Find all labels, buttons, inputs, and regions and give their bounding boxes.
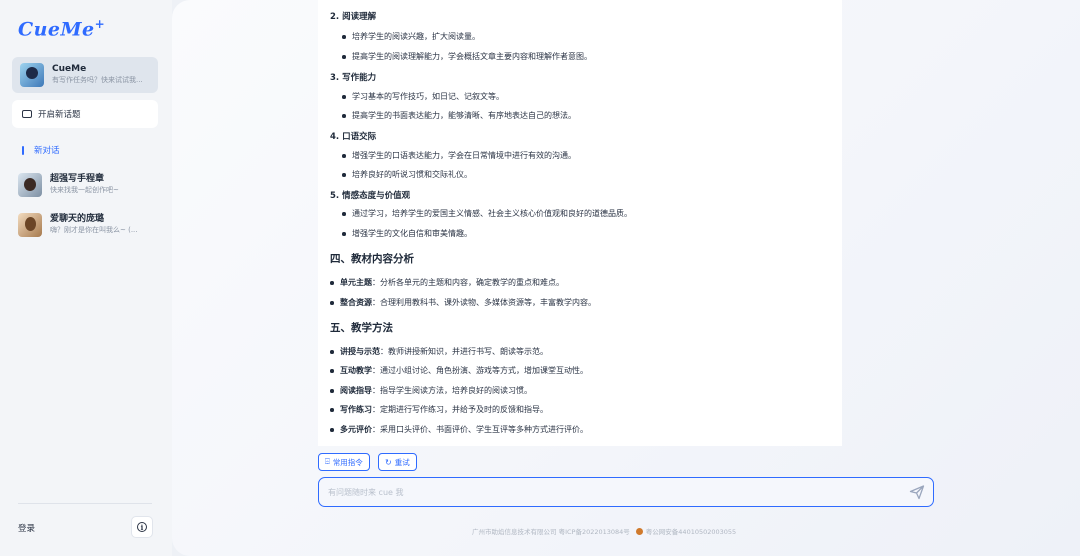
footer-company: 广州市助焰信息技术有限公司 粤ICP备2022013084号 [472, 528, 630, 536]
list-item: 学习基本的写作技巧，如日记、记叙文等。 [342, 92, 504, 101]
item-label: 写作练习 [340, 405, 372, 414]
section-title: 四、教材内容分析 [330, 253, 414, 265]
new-topic-label: 开启新话题 [38, 110, 81, 120]
common-commands-button[interactable]: ⌹ 常用指令 [318, 453, 370, 471]
footer-police[interactable]: 粤公网安备44010502003055 [646, 526, 736, 536]
item-label: 互动教学 [340, 366, 372, 375]
new-chat-label: 新对话 [34, 146, 60, 156]
item-label: 多元评价 [340, 425, 372, 434]
item-label: 整合资源 [340, 298, 372, 307]
section-heading: 4. 口语交际 [330, 132, 377, 142]
avatar [18, 173, 42, 197]
police-badge-icon [635, 527, 643, 535]
item-label: 单元主题 [340, 278, 372, 287]
info-button[interactable]: i [131, 516, 153, 538]
chat-bubble-icon [22, 110, 32, 118]
list-item: 多元评价：采用口头评价、书面评价、学生互评等多种方式进行评价。 [330, 424, 588, 435]
conversation-item[interactable]: 超强写手程章 快来找我一起创作吧~ [18, 173, 164, 197]
list-item: 增强学生的文化自信和审美情趣。 [342, 229, 472, 238]
bot-subtitle: 有写作任务吗？快来试试我... [52, 76, 143, 84]
logo-text: CueMe [18, 18, 95, 41]
footer: 广州市助焰信息技术有限公司 粤ICP备2022013084号 粤公网安备4401… [472, 526, 736, 536]
sidebar: CueMe+ CueMe 有写作任务吗？快来试试我... 开启新话题 新对话 超… [0, 0, 172, 556]
section-heading: 5. 情感态度与价值观 [330, 191, 411, 201]
item-text: ：分析各单元的主题和内容，确定教学的重点和难点。 [372, 278, 564, 287]
bot-card[interactable]: CueMe 有写作任务吗？快来试试我... [12, 57, 158, 93]
list-item: 提高学生的书面表达能力，能够清晰、有序地表达自己的想法。 [342, 111, 576, 120]
send-icon[interactable] [909, 484, 925, 500]
common-commands-label: 常用指令 [332, 457, 363, 467]
divider [18, 503, 152, 504]
section-heading: 2. 阅读理解 [330, 12, 377, 22]
section-title: 五、教学方法 [330, 322, 393, 334]
main-panel: 2. 阅读理解 培养学生的阅读兴趣，扩大阅读量。 提高学生的阅读理解能力，学会概… [172, 0, 1080, 556]
logo-mark: + [94, 17, 106, 31]
list-item: 提高学生的阅读理解能力，学会概括文章主要内容和理解作者意图。 [342, 52, 592, 61]
new-topic-button[interactable]: 开启新话题 [12, 100, 158, 128]
list-item: 阅读指导：指导学生阅读方法，培养良好的阅读习惯。 [330, 385, 532, 396]
conversation-subtitle: 嗨？刚才是你在叫我么~ (... [50, 226, 138, 234]
item-text: ：合理利用教科书、课外读物、多媒体资源等，丰富教学内容。 [372, 298, 596, 307]
avatar [18, 213, 42, 237]
refresh-icon: ↻ [385, 457, 392, 467]
section-heading: 3. 写作能力 [330, 73, 377, 83]
chat-input-container [318, 477, 934, 507]
list-item: 培养学生的阅读兴趣，扩大阅读量。 [342, 32, 480, 41]
list-item: 通过学习，培养学生的爱国主义情感、社会主义核心价值观和良好的道德品质。 [342, 209, 632, 218]
list-item: 整合资源：合理利用教科书、课外读物、多媒体资源等，丰富教学内容。 [330, 297, 596, 308]
login-link[interactable]: 登录 [18, 522, 35, 534]
conversation-title: 爱聊天的庞璐 [50, 214, 105, 224]
bot-name: CueMe [52, 64, 87, 74]
item-text: ：通过小组讨论、角色扮演、游戏等方式，增加课堂互动性。 [372, 366, 588, 375]
item-label: 讲授与示范 [340, 347, 380, 356]
sidebar-item-new-chat[interactable]: 新对话 [22, 144, 60, 156]
list-item: 写作练习：定期进行写作练习，并给予及时的反馈和指导。 [330, 404, 548, 415]
list-item: 培养良好的听说习惯和交际礼仪。 [342, 170, 472, 179]
chat-input[interactable] [328, 487, 848, 497]
active-indicator [22, 145, 24, 155]
conversation-item[interactable]: 爱聊天的庞璐 嗨？刚才是你在叫我么~ (... [18, 213, 164, 237]
item-label: 阅读指导 [340, 386, 372, 395]
info-icon: i [137, 522, 147, 532]
list-item: 单元主题：分析各单元的主题和内容，确定教学的重点和难点。 [330, 277, 564, 288]
list-item: 增强学生的口语表达能力，学会在日常情境中进行有效的沟通。 [342, 151, 576, 160]
retry-button[interactable]: ↻ 重试 [378, 453, 417, 471]
retry-label: 重试 [394, 457, 410, 467]
app-logo[interactable]: CueMe+ [18, 17, 105, 40]
command-icon: ⌹ [325, 457, 330, 466]
document-content: 2. 阅读理解 培养学生的阅读兴趣，扩大阅读量。 提高学生的阅读理解能力，学会概… [318, 0, 842, 446]
item-text: ：定期进行写作练习，并给予及时的反馈和指导。 [372, 405, 548, 414]
list-item: 互动教学：通过小组讨论、角色扮演、游戏等方式，增加课堂互动性。 [330, 365, 588, 376]
bot-avatar [20, 63, 44, 87]
item-text: ：教师讲授新知识，并进行书写、朗读等示范。 [380, 347, 548, 356]
item-text: ：采用口头评价、书面评价、学生互评等多种方式进行评价。 [372, 425, 588, 434]
conversation-subtitle: 快来找我一起创作吧~ [50, 186, 119, 194]
list-item: 讲授与示范：教师讲授新知识，并进行书写、朗读等示范。 [330, 346, 548, 357]
conversation-title: 超强写手程章 [50, 174, 105, 184]
item-text: ：指导学生阅读方法，培养良好的阅读习惯。 [372, 386, 532, 395]
